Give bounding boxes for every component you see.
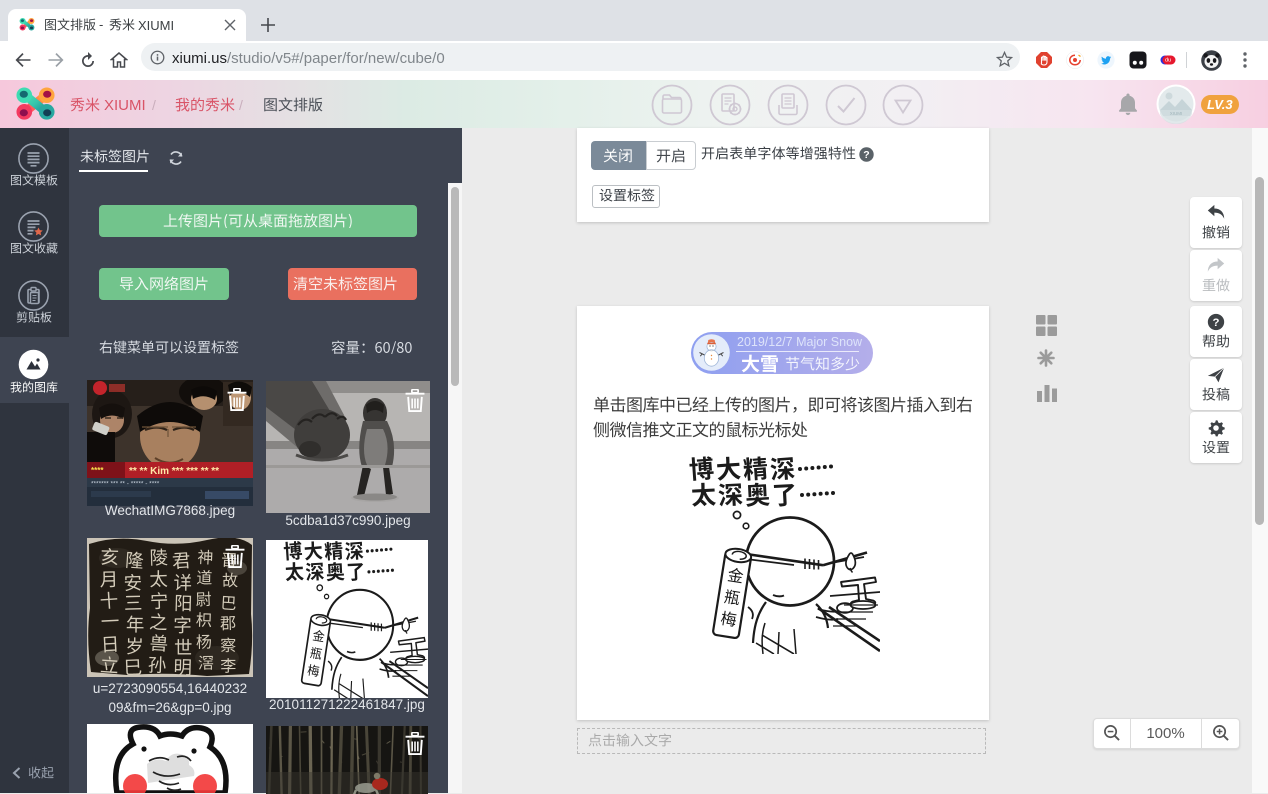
- svg-text:******* *** ** - ***** - ****: ******* *** ** - ***** - ****: [91, 481, 160, 488]
- svg-text:du: du: [1165, 58, 1171, 64]
- svg-text:** ** Kim *** *** ** **: ** ** Kim *** *** ** **: [129, 466, 219, 477]
- svg-text:XIUMI: XIUMI: [1170, 111, 1183, 116]
- svg-text:?: ?: [863, 149, 869, 161]
- svg-text:****: ****: [91, 466, 104, 475]
- svg-text:?: ?: [1213, 317, 1220, 329]
